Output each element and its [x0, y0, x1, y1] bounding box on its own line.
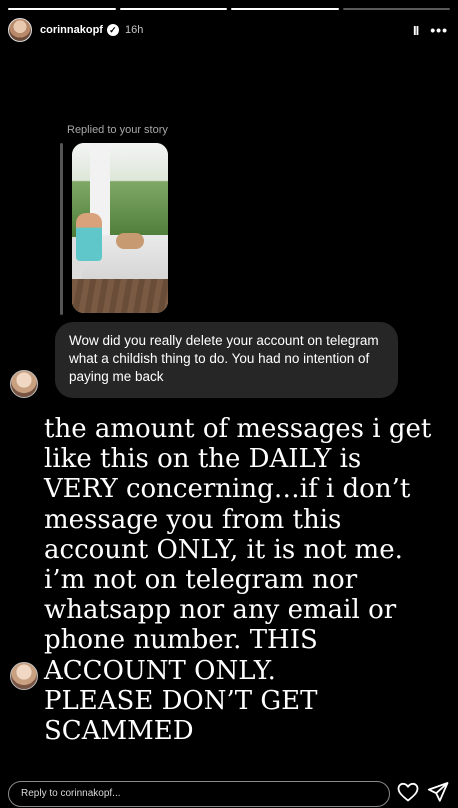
story-thumbnail[interactable]	[72, 143, 168, 313]
story-header: corinnakopf ✓ 16h II •••	[8, 16, 448, 44]
username[interactable]: corinnakopf	[40, 24, 103, 36]
verified-icon: ✓	[106, 24, 119, 36]
sender-avatar	[10, 370, 38, 398]
progress-segment	[231, 8, 339, 10]
story-caption: the amount of messages i get like this o…	[44, 414, 432, 747]
more-icon[interactable]: •••	[430, 22, 448, 38]
progress-segment	[342, 8, 450, 10]
story-progress-bar	[8, 8, 450, 10]
heart-icon[interactable]	[396, 780, 420, 804]
progress-segment	[119, 8, 227, 10]
sender-avatar	[10, 662, 38, 690]
pause-icon[interactable]: II	[413, 23, 419, 38]
profile-avatar[interactable]	[8, 18, 32, 42]
progress-segment	[8, 8, 116, 10]
message-bubble: Wow did you really delete your account o…	[55, 322, 398, 398]
thumbnail-floor	[72, 279, 168, 313]
replied-label: Replied to your story	[67, 124, 168, 136]
post-time: 16h	[124, 24, 144, 36]
thumbnail-child	[76, 213, 102, 261]
thumbnail-dog	[116, 233, 144, 249]
send-icon[interactable]	[426, 780, 450, 804]
reply-input[interactable]: Reply to corinnakopf...	[8, 781, 390, 807]
quote-bar	[60, 143, 63, 315]
